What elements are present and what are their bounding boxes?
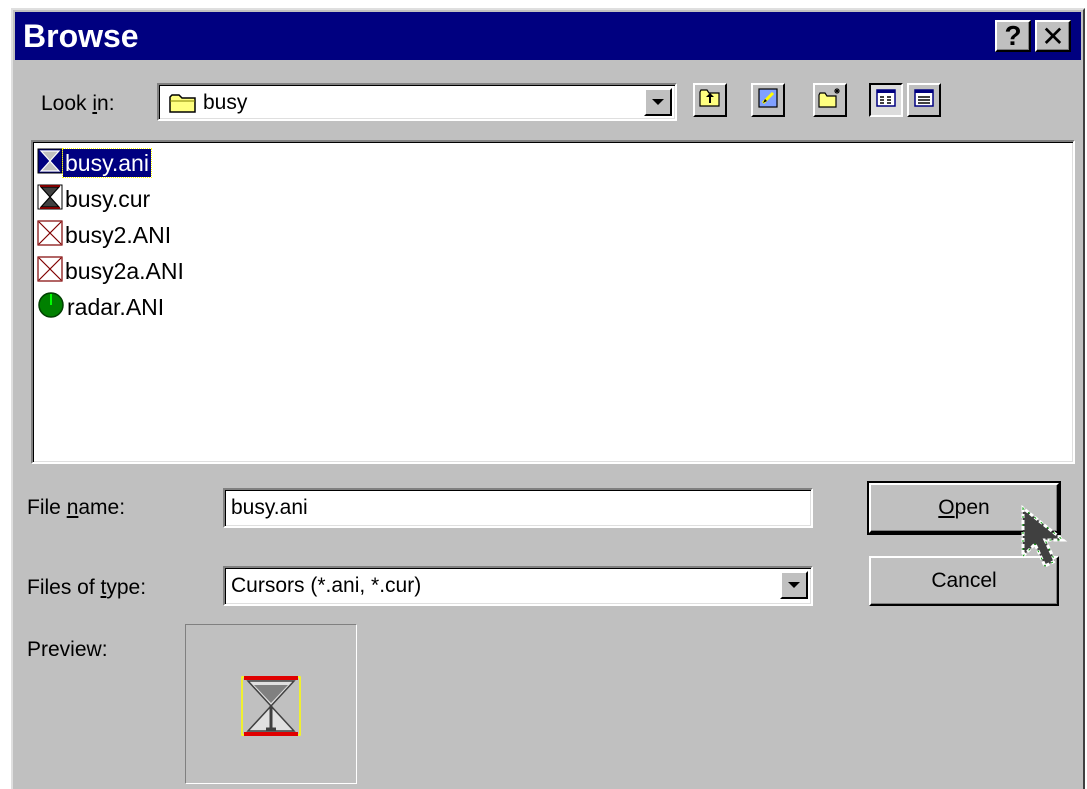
files-of-type-label: Files of type:	[27, 576, 147, 599]
file-item-busy-cur[interactable]: busy.cur	[37, 182, 152, 216]
desktop-icon	[757, 87, 779, 114]
file-item-busy2a-ani[interactable]: busy2a.ANI	[37, 254, 186, 288]
up-one-level-icon	[699, 88, 721, 113]
mouse-pointer-icon	[1019, 504, 1077, 579]
files-of-type-value: Cursors (*.ani, *.cur)	[231, 574, 422, 597]
file-name: radar.ANI	[67, 294, 165, 320]
preview-label: Preview:	[27, 638, 108, 661]
hourglass-preview-icon	[240, 675, 302, 742]
file-item-busy2-ani[interactable]: busy2.ANI	[37, 218, 173, 252]
details-view-button[interactable]	[907, 83, 941, 117]
look-in-dropdown-button[interactable]	[644, 88, 672, 116]
look-in-label: Look in:	[41, 92, 115, 115]
hourglass-outline-icon	[37, 255, 63, 287]
file-item-radar-ani[interactable]: radar.ANI	[37, 290, 166, 324]
preview-panel	[185, 624, 357, 784]
help-icon: ?	[1004, 20, 1022, 51]
file-name: busy2.ANI	[65, 222, 172, 248]
up-one-level-button[interactable]	[693, 83, 727, 117]
list-view-icon	[876, 88, 896, 112]
file-name-input[interactable]: busy.ani	[223, 488, 813, 528]
files-of-type-combo[interactable]: Cursors (*.ani, *.cur)	[223, 566, 813, 606]
file-name-label: File name:	[27, 496, 126, 519]
look-in-combo[interactable]: busy	[157, 83, 677, 121]
hourglass-icon	[37, 184, 63, 215]
file-item-busy-ani[interactable]: busy.ani	[37, 146, 152, 180]
title-bar[interactable]: Browse ? ✕	[15, 12, 1081, 60]
desktop-button[interactable]	[751, 83, 785, 117]
chevron-down-icon	[652, 99, 664, 105]
details-view-icon	[914, 88, 934, 112]
hourglass-outline-icon	[37, 219, 63, 251]
browse-dialog: Browse ? ✕ Look in: busy busy.ani busy.c…	[11, 8, 1085, 789]
file-name: busy.cur	[65, 186, 151, 212]
files-of-type-dropdown-button[interactable]	[780, 571, 808, 599]
new-folder-button[interactable]	[813, 83, 847, 117]
open-button-label: Open	[938, 496, 990, 519]
close-icon: ✕	[1041, 20, 1065, 52]
chevron-down-icon	[788, 582, 800, 588]
radar-icon	[37, 291, 65, 324]
cancel-button-label: Cancel	[931, 569, 997, 592]
file-list[interactable]: busy.ani busy.cur busy2.ANI busy2a.ANI r…	[31, 140, 1075, 464]
look-in-value: busy	[203, 91, 248, 114]
hourglass-icon	[37, 148, 63, 179]
file-name: busy.ani	[62, 148, 152, 178]
file-name-value: busy.ani	[231, 496, 308, 519]
list-view-button[interactable]	[869, 83, 903, 117]
file-name: busy2a.ANI	[65, 258, 184, 284]
close-button[interactable]: ✕	[1035, 20, 1071, 52]
help-button[interactable]: ?	[995, 20, 1031, 52]
dialog-title: Browse	[23, 18, 139, 54]
new-folder-icon	[818, 87, 842, 114]
folder-icon	[169, 92, 197, 119]
